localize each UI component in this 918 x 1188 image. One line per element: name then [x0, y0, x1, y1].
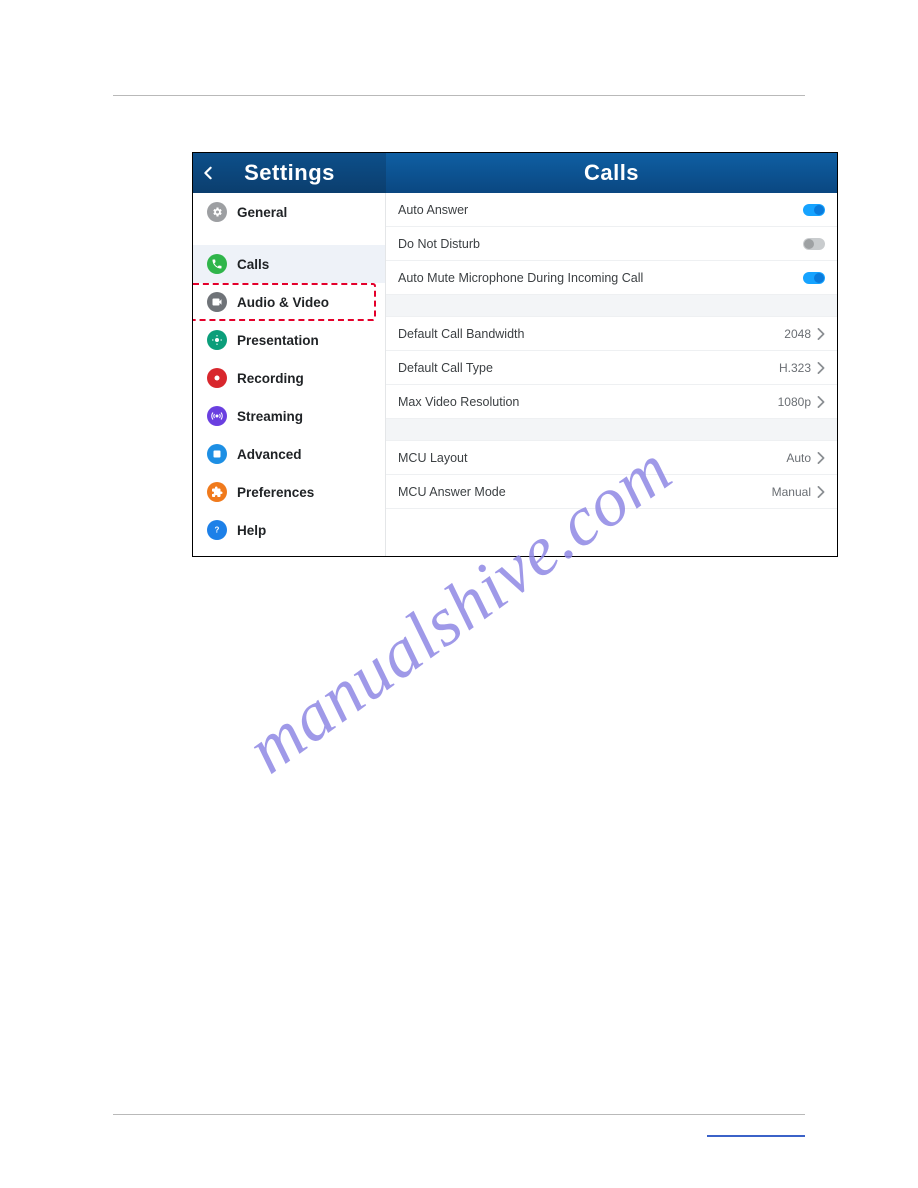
advanced-icon	[207, 444, 227, 464]
page-bottom-rule	[113, 1114, 805, 1115]
row-label: Do Not Disturb	[398, 237, 480, 251]
row-do-not-disturb[interactable]: Do Not Disturb	[386, 227, 837, 261]
row-label: Max Video Resolution	[398, 395, 519, 409]
back-icon[interactable]	[201, 166, 215, 180]
record-icon	[207, 368, 227, 388]
sidebar-item-general[interactable]: General	[193, 193, 385, 231]
topbar: Settings Calls	[193, 153, 837, 193]
sidebar-item-audio-video[interactable]: Audio & Video	[193, 283, 385, 321]
row-default-call-type[interactable]: Default Call Type H.323	[386, 351, 837, 385]
toggle-icon[interactable]	[803, 238, 825, 250]
section-spacer	[386, 295, 837, 317]
row-value: 2048	[784, 327, 811, 341]
row-label: Default Call Type	[398, 361, 493, 375]
footer-link-underline	[707, 1135, 805, 1137]
row-max-video-resolution[interactable]: Max Video Resolution 1080p	[386, 385, 837, 419]
chevron-right-icon	[817, 396, 825, 408]
content-fill	[386, 509, 837, 556]
row-label: Auto Answer	[398, 203, 468, 217]
topbar-right: Calls	[386, 153, 837, 193]
row-mcu-answer-mode[interactable]: MCU Answer Mode Manual	[386, 475, 837, 509]
toggle-icon[interactable]	[803, 272, 825, 284]
sidebar: General Calls Audio & Video Presentation	[193, 193, 386, 556]
page-top-rule	[113, 95, 805, 96]
preferences-icon	[207, 482, 227, 502]
body: General Calls Audio & Video Presentation	[193, 193, 837, 556]
sidebar-item-help[interactable]: ? Help	[193, 511, 385, 549]
chevron-right-icon	[817, 362, 825, 374]
sidebar-item-label: Presentation	[237, 333, 319, 348]
toggle-icon[interactable]	[803, 204, 825, 216]
sidebar-item-label: Preferences	[237, 485, 314, 500]
sidebar-item-label: Help	[237, 523, 266, 538]
row-value: H.323	[779, 361, 811, 375]
chevron-right-icon	[817, 486, 825, 498]
sidebar-item-preferences[interactable]: Preferences	[193, 473, 385, 511]
sidebar-item-label: Streaming	[237, 409, 303, 424]
topbar-left: Settings	[193, 153, 386, 193]
streaming-icon	[207, 406, 227, 426]
sidebar-item-calls[interactable]: Calls	[193, 245, 385, 283]
sidebar-item-streaming[interactable]: Streaming	[193, 397, 385, 435]
gear-icon	[207, 202, 227, 222]
row-label: Auto Mute Microphone During Incoming Cal…	[398, 271, 643, 285]
row-label: MCU Answer Mode	[398, 485, 506, 499]
sidebar-item-label: Recording	[237, 371, 304, 386]
topbar-left-title: Settings	[244, 160, 335, 186]
row-label: Default Call Bandwidth	[398, 327, 524, 341]
row-default-bandwidth[interactable]: Default Call Bandwidth 2048	[386, 317, 837, 351]
chevron-right-icon	[817, 328, 825, 340]
sidebar-item-label: Calls	[237, 257, 269, 272]
sidebar-item-label: General	[237, 205, 287, 220]
section-spacer	[386, 419, 837, 441]
topbar-right-title: Calls	[584, 160, 639, 186]
sidebar-item-recording[interactable]: Recording	[193, 359, 385, 397]
svg-text:?: ?	[215, 526, 220, 535]
sidebar-item-label: Audio & Video	[237, 295, 329, 310]
content-panel: Auto Answer Do Not Disturb Auto Mute Mic…	[386, 193, 837, 556]
chevron-right-icon	[817, 452, 825, 464]
phone-icon	[207, 254, 227, 274]
sidebar-item-label: Advanced	[237, 447, 302, 462]
row-value: 1080p	[778, 395, 811, 409]
presentation-icon	[207, 330, 227, 350]
row-auto-mute-mic[interactable]: Auto Mute Microphone During Incoming Cal…	[386, 261, 837, 295]
row-value: Auto	[786, 451, 811, 465]
row-label: MCU Layout	[398, 451, 467, 465]
settings-screenshot: Settings Calls General Calls	[192, 152, 838, 557]
camera-icon	[207, 292, 227, 312]
row-value: Manual	[772, 485, 811, 499]
help-icon: ?	[207, 520, 227, 540]
row-mcu-layout[interactable]: MCU Layout Auto	[386, 441, 837, 475]
row-auto-answer[interactable]: Auto Answer	[386, 193, 837, 227]
sidebar-item-presentation[interactable]: Presentation	[193, 321, 385, 359]
sidebar-item-advanced[interactable]: Advanced	[193, 435, 385, 473]
